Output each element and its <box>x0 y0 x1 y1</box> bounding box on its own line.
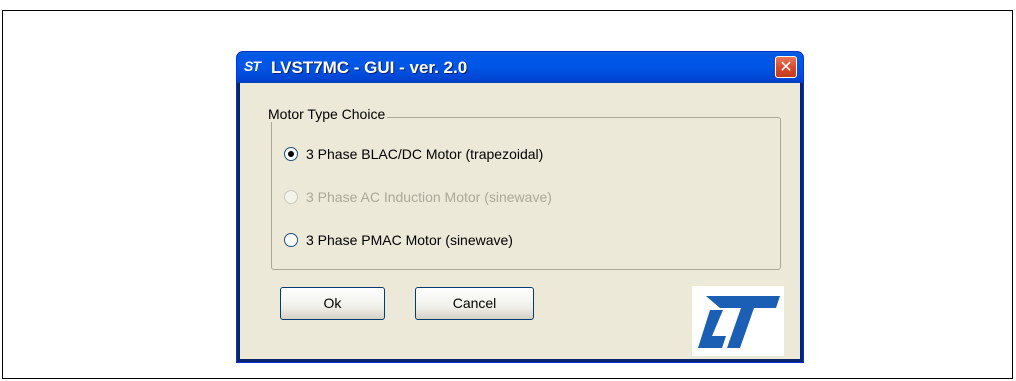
dialog-client-area: Motor Type Choice 3 Phase BLAC/DC Motor … <box>240 83 800 359</box>
radio-label: 3 Phase PMAC Motor (sinewave) <box>306 232 513 248</box>
app-logo-icon: ST <box>244 58 261 74</box>
cancel-button[interactable]: Cancel <box>415 287 534 320</box>
radio-option-pmac[interactable]: 3 Phase PMAC Motor (sinewave) <box>284 232 513 248</box>
groupbox-label: Motor Type Choice <box>266 106 388 122</box>
radio-option-blac-dc[interactable]: 3 Phase BLAC/DC Motor (trapezoidal) <box>284 146 543 162</box>
ok-button[interactable]: Ok <box>280 287 385 320</box>
window-title: LVST7MC - GUI - ver. 2.0 <box>271 58 468 77</box>
close-icon: ✕ <box>779 57 793 76</box>
radio-option-ac-induction: 3 Phase AC Induction Motor (sinewave) <box>284 189 552 205</box>
radio-label: 3 Phase BLAC/DC Motor (trapezoidal) <box>306 146 544 162</box>
close-button[interactable]: ✕ <box>775 56 797 78</box>
radio-button[interactable] <box>284 233 298 248</box>
document-caption <box>0 0 2 4</box>
title-bar[interactable]: ST LVST7MC - GUI - ver. 2.0 ✕ <box>237 52 803 83</box>
dialog-window: ST LVST7MC - GUI - ver. 2.0 ✕ Motor Type… <box>236 51 804 363</box>
st-logo <box>692 286 784 356</box>
radio-label: 3 Phase AC Induction Motor (sinewave) <box>306 189 552 205</box>
figure-frame: ST LVST7MC - GUI - ver. 2.0 ✕ Motor Type… <box>2 10 1013 379</box>
radio-button-selected[interactable] <box>284 147 298 162</box>
st-logo-icon <box>698 296 780 348</box>
radio-button-disabled <box>284 190 298 205</box>
